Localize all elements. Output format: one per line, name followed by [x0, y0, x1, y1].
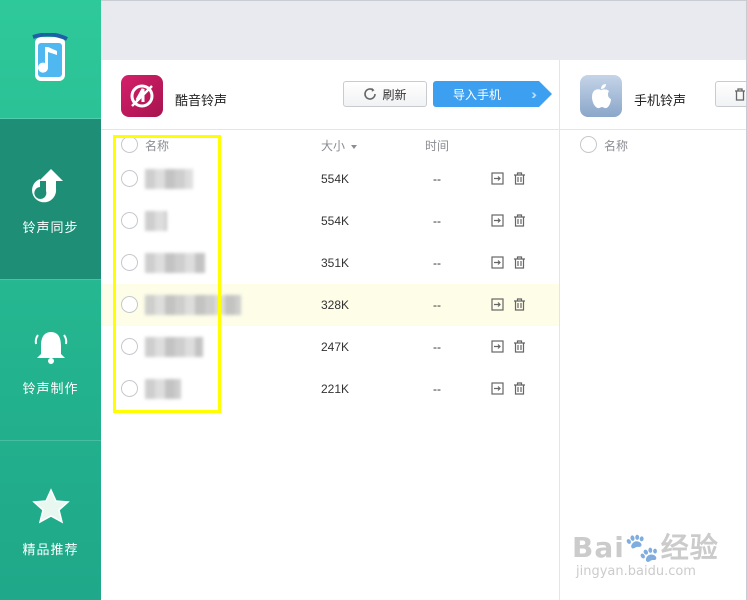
refresh-label: 刷新: [382, 87, 407, 102]
bell-icon: [31, 326, 71, 366]
kuyin-ringtone-panel: 酷音铃声 刷新 导入手机 ››› 名称 大小 时间 554K -- 554K -- 35…: [101, 60, 559, 600]
ringtone-time: --: [433, 256, 441, 270]
ringtone-size: 247K: [321, 340, 350, 354]
ringtone-name-blurred: [145, 169, 193, 189]
ringtone-time: --: [433, 298, 441, 312]
sidebar: 铃声同步 铃声制作 精品推荐: [0, 0, 101, 600]
ringtone-size: 328K: [321, 298, 350, 312]
row-checkbox[interactable]: [121, 212, 138, 229]
import-to-phone-button[interactable]: 导入手机 ›››: [433, 81, 552, 107]
ringtone-size: 554K: [321, 214, 350, 228]
row-checkbox[interactable]: [121, 170, 138, 187]
export-to-phone-icon[interactable]: [491, 256, 504, 269]
table-row[interactable]: 554K --: [101, 200, 559, 242]
sort-down-icon: [351, 144, 358, 149]
select-all-checkbox[interactable]: [121, 136, 138, 153]
sidebar-item-label: 铃声同步: [22, 220, 79, 235]
refresh-icon: [364, 88, 377, 100]
row-checkbox[interactable]: [121, 296, 138, 313]
app-logo: [0, 0, 101, 118]
column-header-size[interactable]: 大小: [321, 137, 358, 154]
row-checkbox[interactable]: [121, 338, 138, 355]
trash-icon[interactable]: [513, 298, 526, 311]
column-header-name: 名称: [145, 139, 170, 153]
column-header-name: 名称: [604, 139, 629, 153]
trash-icon[interactable]: [513, 256, 526, 269]
sidebar-item-label: 铃声制作: [22, 381, 79, 396]
table-header: 名称: [560, 131, 747, 159]
column-size-label: 大小: [321, 139, 346, 153]
export-to-phone-icon[interactable]: [491, 298, 504, 311]
export-to-phone-icon[interactable]: [491, 340, 504, 353]
ringtone-time: --: [433, 382, 441, 396]
table-row[interactable]: 351K --: [101, 242, 559, 284]
row-checkbox[interactable]: [121, 380, 138, 397]
ringtone-name-blurred: [145, 295, 241, 315]
watermark-brand: Bai🐾经验: [572, 531, 719, 564]
music-phone-icon: [31, 33, 68, 81]
chevrons-icon: ›››: [531, 86, 537, 102]
top-bar: [101, 0, 747, 60]
ringtone-size: 221K: [321, 382, 350, 396]
trash-icon[interactable]: [513, 214, 526, 227]
ringtone-name-blurred: [145, 337, 203, 357]
panel-header: 酷音铃声 刷新 导入手机 ›››: [101, 60, 559, 130]
trash-icon[interactable]: [513, 172, 526, 185]
table-row[interactable]: 247K --: [101, 326, 559, 368]
export-to-phone-icon[interactable]: [491, 172, 504, 185]
select-all-checkbox[interactable]: [580, 136, 597, 153]
sync-arrow-icon: [31, 165, 71, 205]
ringtone-size: 351K: [321, 256, 350, 270]
phone-ringtone-panel: 手机铃声 名称: [560, 60, 747, 600]
delete-button[interactable]: [715, 81, 747, 107]
table-row[interactable]: 328K --: [101, 284, 559, 326]
sidebar-item-ringtone-sync[interactable]: 铃声同步: [0, 119, 101, 279]
baidu-jingyan-watermark: Bai🐾经验 jingyan.baidu.com: [572, 520, 742, 590]
ringtone-size: 554K: [321, 172, 350, 186]
ringtone-name-blurred: [145, 253, 205, 273]
sidebar-item-label: 精品推荐: [22, 542, 79, 557]
ringtone-name-blurred: [145, 379, 181, 399]
ringtone-time: --: [433, 340, 441, 354]
table-row[interactable]: 221K --: [101, 368, 559, 410]
watermark-url: jingyan.baidu.com: [576, 564, 696, 579]
column-header-time: 时间: [425, 139, 450, 153]
panel-title: 手机铃声: [634, 93, 687, 108]
sidebar-item-ringtone-make[interactable]: 铃声制作: [0, 280, 101, 440]
trash-icon[interactable]: [513, 382, 526, 395]
panel-title: 酷音铃声: [175, 93, 228, 108]
kuyin-logo-icon: [121, 75, 163, 117]
table-row[interactable]: 554K --: [101, 158, 559, 200]
table-header: 名称 大小 时间: [101, 131, 559, 159]
refresh-button[interactable]: 刷新: [343, 81, 427, 107]
ringtone-time: --: [433, 172, 441, 186]
trash-icon: [735, 87, 745, 101]
ringtone-name-blurred: [145, 211, 167, 231]
apple-logo-icon: [580, 75, 622, 117]
panel-header: 手机铃声: [560, 60, 747, 130]
sidebar-item-featured[interactable]: 精品推荐: [0, 441, 101, 600]
export-to-phone-icon[interactable]: [491, 214, 504, 227]
trash-icon[interactable]: [513, 340, 526, 353]
star-icon: [31, 487, 71, 527]
export-to-phone-icon[interactable]: [491, 382, 504, 395]
import-label: 导入手机: [452, 87, 501, 102]
ringtone-time: --: [433, 214, 441, 228]
row-checkbox[interactable]: [121, 254, 138, 271]
